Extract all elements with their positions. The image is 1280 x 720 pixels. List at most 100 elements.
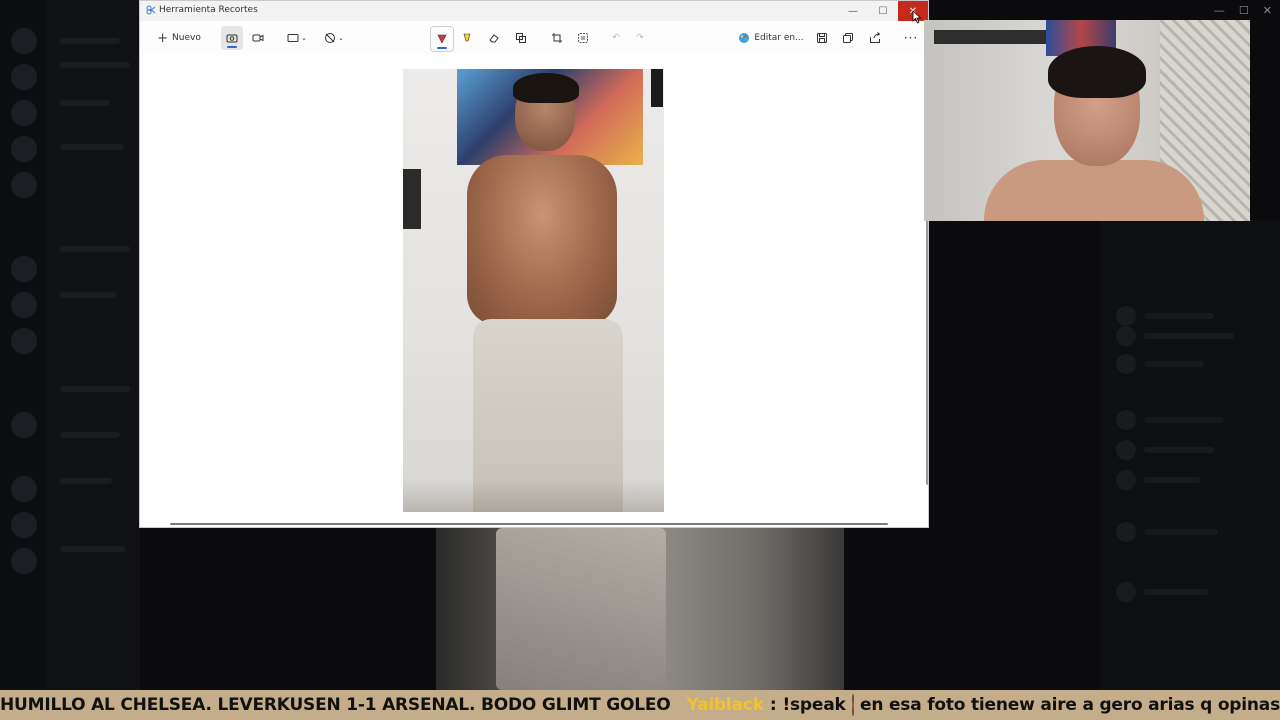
captured-photo: [403, 69, 664, 512]
shapes-icon: [516, 33, 526, 43]
ballpoint-pen-button[interactable]: [430, 26, 454, 52]
chat-message: en esa foto tienew aire a gero arias q o…: [860, 695, 1280, 715]
background-image-preview: [436, 528, 844, 690]
delay-dropdown[interactable]: ⌄: [321, 26, 347, 50]
member-avatar: [1116, 522, 1136, 542]
chat-username: Yaiblack: [686, 695, 765, 715]
chevron-down-icon: ⌄: [301, 34, 307, 42]
channel-line: [60, 246, 130, 252]
see-more-button[interactable]: ···: [900, 26, 922, 50]
highlighter-icon: [463, 33, 471, 42]
copy-icon: [843, 33, 853, 43]
channel-line: [60, 386, 130, 392]
server-icon: [11, 172, 37, 198]
server-icon: [11, 328, 37, 354]
server-icon: [11, 100, 37, 126]
text-actions-icon: [578, 33, 588, 43]
pen-icon: [437, 34, 447, 44]
eraser-icon: [489, 34, 499, 43]
server-icon: [11, 548, 37, 574]
maximize-button[interactable]: ☐: [868, 1, 898, 21]
undo-icon: ↶: [612, 33, 620, 43]
save-icon: [817, 33, 827, 43]
server-icon: [11, 136, 37, 162]
photo-hair: [513, 73, 579, 103]
member-name-line: [1144, 333, 1234, 339]
rectangle-mode-icon: [287, 34, 299, 42]
video-mode-button[interactable]: [247, 26, 269, 50]
camera-icon: [226, 34, 238, 43]
crop-icon: [552, 33, 562, 43]
redo-button[interactable]: ↷: [629, 26, 651, 50]
ticker-headline: HUMILLO AL CHELSEA. LEVERKUSEN 1-1 ARSEN…: [0, 695, 671, 715]
paint-app-icon: [739, 33, 750, 43]
copy-button[interactable]: [837, 26, 859, 50]
channel-line: [60, 478, 112, 484]
server-icon: [11, 256, 37, 282]
mouse-cursor-icon: [912, 10, 922, 24]
save-button[interactable]: [811, 26, 833, 50]
minimize-icon: —: [848, 5, 858, 17]
minimize-icon[interactable]: —: [1214, 4, 1225, 17]
share-button[interactable]: [864, 26, 886, 50]
no-delay-icon: [325, 33, 336, 43]
screenshot-mode-button[interactable]: [221, 26, 243, 50]
horizontal-scrollbar[interactable]: [170, 523, 888, 525]
snip-shape-dropdown[interactable]: ⌄: [284, 26, 310, 50]
channel-line: [60, 546, 126, 552]
cam-hair: [1048, 46, 1146, 98]
crop-button[interactable]: [546, 26, 568, 50]
channel-line: [60, 38, 120, 44]
wall-object: [403, 169, 421, 229]
new-snip-button[interactable]: + Nuevo: [151, 26, 207, 50]
channel-line: [60, 144, 124, 150]
photo-torso: [467, 155, 617, 325]
channel-line: [60, 100, 110, 106]
emote-icon: [851, 694, 855, 716]
server-icon: [11, 28, 37, 54]
more-icon: ···: [903, 31, 919, 45]
member-name-line: [1144, 447, 1214, 453]
member-name-line: [1144, 529, 1218, 535]
stream-ticker: HUMILLO AL CHELSEA. LEVERKUSEN 1-1 ARSEN…: [0, 690, 1280, 720]
maximize-icon[interactable]: ☐: [1239, 4, 1249, 17]
channel-line: [60, 292, 116, 298]
highlighter-button[interactable]: [456, 26, 478, 50]
member-name-line: [1144, 589, 1208, 595]
server-icon: [11, 512, 37, 538]
text-actions-button[interactable]: [572, 26, 594, 50]
share-icon: [870, 32, 881, 43]
server-rail: [0, 0, 46, 690]
close-icon[interactable]: ✕: [1263, 4, 1272, 17]
toolbar: + Nuevo ⌄ ⌄ ↶ ↷ Editar en... ···: [140, 23, 928, 53]
webcam-overlay: [924, 20, 1250, 221]
member-name-line: [1144, 417, 1224, 423]
snipping-tool-icon: [146, 5, 156, 15]
undo-button[interactable]: ↶: [605, 26, 627, 50]
eraser-button[interactable]: [483, 26, 505, 50]
cam-body: [984, 160, 1204, 221]
photo-pants: [496, 528, 666, 690]
minimize-button[interactable]: —: [838, 1, 868, 21]
maximize-icon: ☐: [878, 5, 888, 17]
selected-indicator: [437, 47, 447, 49]
member-name-line: [1144, 313, 1214, 319]
server-icon: [11, 412, 37, 438]
server-icon: [11, 64, 37, 90]
server-icon: [11, 292, 37, 318]
window-title: Herramienta Recortes: [159, 5, 258, 15]
shapes-button[interactable]: [510, 26, 532, 50]
member-avatar: [1116, 582, 1136, 602]
plus-icon: +: [157, 30, 169, 46]
title-bar[interactable]: Herramienta Recortes — ☐ ✕: [140, 1, 928, 21]
member-avatar: [1116, 410, 1136, 430]
edit-in-paint-button[interactable]: Editar en...: [738, 26, 804, 50]
member-name-line: [1144, 477, 1200, 483]
selected-indicator: [227, 46, 237, 48]
server-icon: [11, 476, 37, 502]
new-snip-label: Nuevo: [172, 33, 201, 43]
member-avatar: [1116, 326, 1136, 346]
photo-floor: [403, 479, 664, 512]
member-avatar: [1116, 470, 1136, 490]
channel-line: [60, 62, 130, 68]
